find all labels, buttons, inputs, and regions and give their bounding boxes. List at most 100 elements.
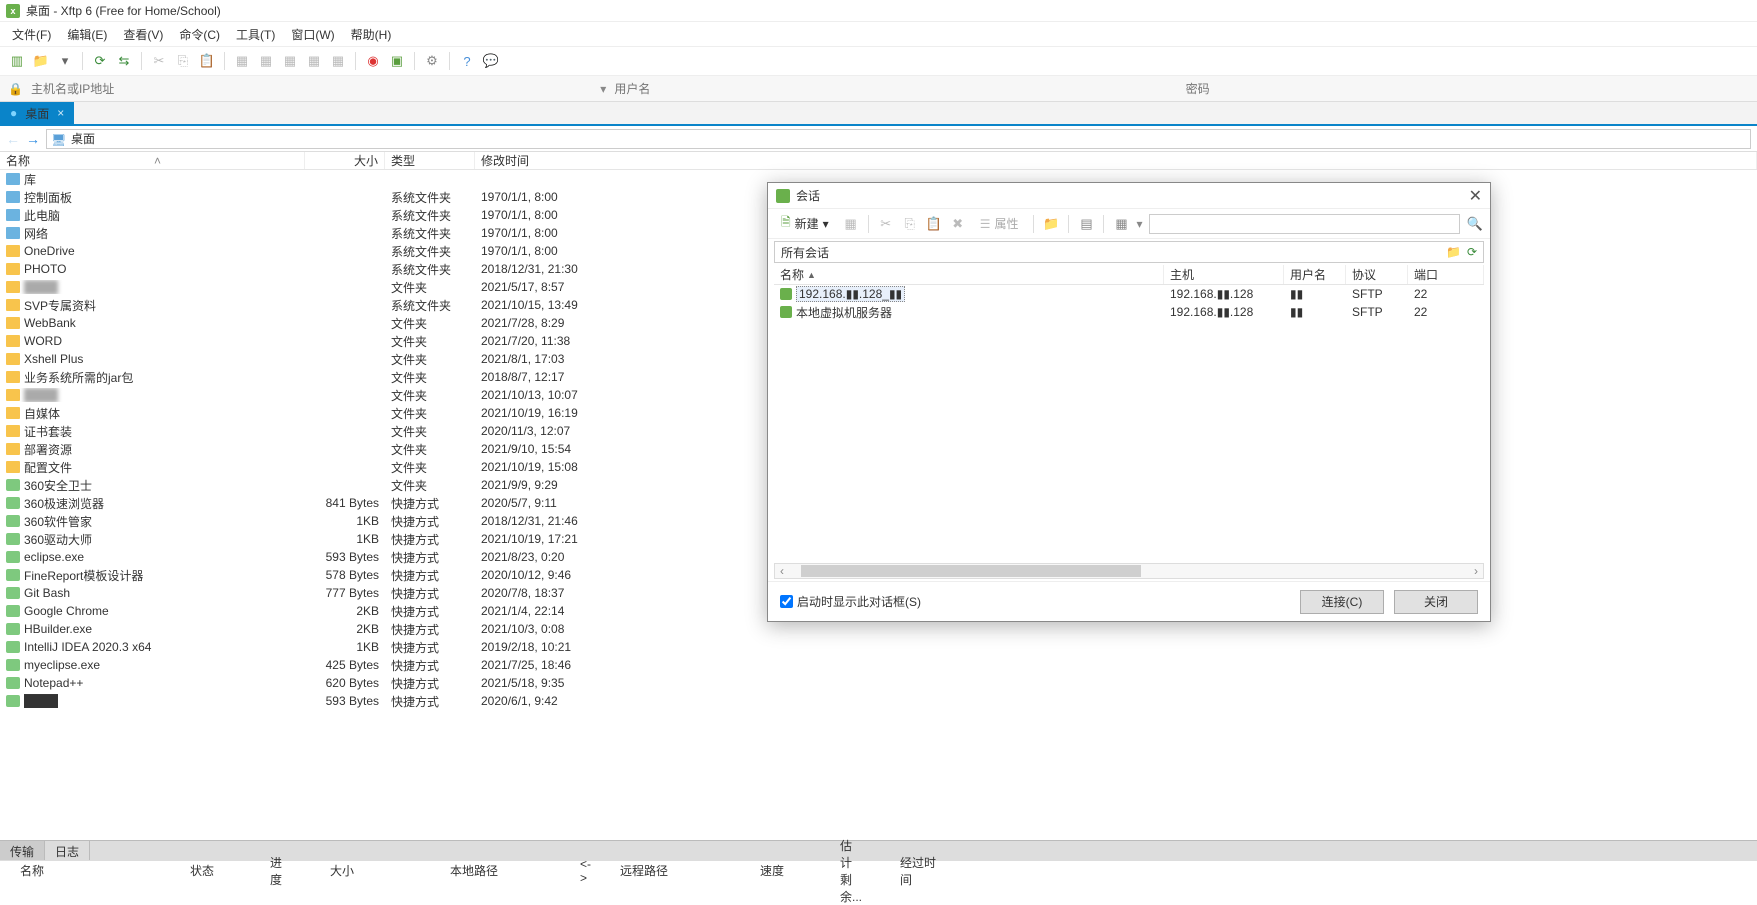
- dlg-delete-icon[interactable]: ✖: [949, 215, 967, 233]
- open-icon[interactable]: 📁: [32, 52, 50, 70]
- menu-item[interactable]: 工具(T): [236, 26, 275, 43]
- addr-dropdown-icon[interactable]: ▾: [600, 82, 606, 96]
- dlg-view-icon[interactable]: ▤: [1077, 215, 1095, 233]
- refresh-icon[interactable]: ⟳: [1467, 245, 1477, 259]
- file-row[interactable]: IntelliJ IDEA 2020.3 x641KB快捷方式2019/2/18…: [0, 638, 1757, 656]
- session-row[interactable]: 本地虚拟机服务器192.168.▮▮.128▮▮SFTP22: [774, 303, 1484, 321]
- tb-icon-1[interactable]: ▦: [233, 52, 251, 70]
- file-type: 系统文件夹: [385, 207, 475, 224]
- desktop-folder-icon: 🖥: [51, 133, 65, 145]
- file-name: 部署资源: [24, 441, 72, 458]
- new-dropdown-icon[interactable]: ▾: [823, 217, 829, 231]
- tb-icon-2[interactable]: ▦: [257, 52, 275, 70]
- dlg-col-name[interactable]: 名称▲: [774, 265, 1164, 284]
- path-box[interactable]: 🖥 桌面: [46, 129, 1751, 149]
- menu-item[interactable]: 查看(V): [123, 26, 163, 43]
- settings-icon[interactable]: ⚙: [423, 52, 441, 70]
- file-name: FineReport模板设计器: [24, 567, 143, 584]
- dialog-titlebar: 会话 ✕: [768, 183, 1490, 209]
- file-row[interactable]: HBuilder.exe2KB快捷方式2021/10/3, 0:08: [0, 620, 1757, 638]
- username-input[interactable]: [612, 80, 1177, 98]
- file-row[interactable]: Notepad++620 Bytes快捷方式2021/5/18, 9:35: [0, 674, 1757, 692]
- file-name: 配置文件: [24, 459, 72, 476]
- col-size[interactable]: 大小: [305, 152, 385, 169]
- menu-item[interactable]: 帮助(H): [351, 26, 392, 43]
- tb-icon-4[interactable]: ▦: [305, 52, 323, 70]
- dropdown-icon[interactable]: ▾: [56, 52, 74, 70]
- file-icon: [6, 281, 20, 293]
- xshell-icon[interactable]: ▣: [388, 52, 406, 70]
- cut-icon[interactable]: ✂: [150, 52, 168, 70]
- file-type: 系统文件夹: [385, 297, 475, 314]
- nav-fwd-icon[interactable]: →: [26, 131, 40, 147]
- scroll-left-icon[interactable]: ‹: [775, 564, 789, 578]
- file-name: eclipse.exe: [24, 550, 84, 564]
- search-icon[interactable]: 🔍: [1466, 215, 1484, 233]
- dlg-folder-icon[interactable]: 📁: [1042, 215, 1060, 233]
- file-row[interactable]: ████593 Bytes快捷方式2020/6/1, 9:42: [0, 692, 1757, 710]
- props-button[interactable]: ☰ 属性: [973, 212, 1026, 235]
- dlg-col-port[interactable]: 端口: [1408, 265, 1484, 284]
- file-type: 文件夹: [385, 387, 475, 404]
- dialog-close-icon[interactable]: ✕: [1469, 186, 1482, 206]
- status-col: 大小: [310, 862, 430, 879]
- startup-checkbox-input[interactable]: [780, 595, 793, 608]
- dialog-breadcrumb[interactable]: 所有会话 📁 ⟳: [774, 241, 1484, 263]
- help-icon[interactable]: ?: [458, 52, 476, 70]
- dlg-col-host[interactable]: 主机: [1164, 265, 1284, 284]
- tab-desktop[interactable]: ● 桌面 ×: [0, 102, 74, 124]
- startup-checkbox[interactable]: 启动时显示此对话框(S): [780, 593, 921, 610]
- tab-close-icon[interactable]: ×: [57, 106, 64, 120]
- reconnect-icon[interactable]: ⟳: [91, 52, 109, 70]
- scroll-right-icon[interactable]: ›: [1469, 564, 1483, 578]
- tb-icon-5[interactable]: ▦: [329, 52, 347, 70]
- password-input[interactable]: [1184, 80, 1749, 98]
- crumb-folder-icon[interactable]: 📁: [1446, 245, 1461, 259]
- menu-item[interactable]: 窗口(W): [291, 26, 334, 43]
- close-button[interactable]: 关闭: [1394, 590, 1478, 614]
- file-name: Notepad++: [24, 676, 83, 690]
- host-input[interactable]: [29, 80, 594, 98]
- menu-item[interactable]: 命令(C): [179, 26, 220, 43]
- chat-icon[interactable]: 💬: [482, 52, 500, 70]
- menu-item[interactable]: 编辑(E): [67, 26, 107, 43]
- transfer-icon[interactable]: ⇆: [115, 52, 133, 70]
- dialog-session-list: 192.168.▮▮.128_▮▮192.168.▮▮.128▮▮SFTP22本…: [774, 285, 1484, 547]
- dlg-view-dropdown-icon[interactable]: ▾: [1136, 217, 1142, 231]
- file-size: 841 Bytes: [305, 496, 385, 510]
- dlg-copy-icon[interactable]: ⎘: [901, 215, 919, 233]
- dlg-icon-1[interactable]: ▦: [842, 215, 860, 233]
- file-modified: 2019/2/18, 10:21: [475, 640, 1757, 654]
- copy-icon[interactable]: ⎘: [174, 52, 192, 70]
- file-name: 网络: [24, 225, 48, 242]
- dialog-hscroll[interactable]: ‹ ›: [774, 563, 1484, 579]
- tab-transfer[interactable]: 传输: [0, 841, 45, 860]
- stop-icon[interactable]: ◉: [364, 52, 382, 70]
- menu-item[interactable]: 文件(F): [12, 26, 51, 43]
- dlg-col-user[interactable]: 用户名: [1284, 265, 1346, 284]
- col-modified[interactable]: 修改时间: [475, 152, 1757, 169]
- session-row[interactable]: 192.168.▮▮.128_▮▮192.168.▮▮.128▮▮SFTP22: [774, 285, 1484, 303]
- file-size: 2KB: [305, 622, 385, 636]
- dlg-col-proto[interactable]: 协议: [1346, 265, 1408, 284]
- file-icon: [6, 659, 20, 671]
- connect-button[interactable]: 连接(C): [1300, 590, 1384, 614]
- scroll-thumb[interactable]: [801, 565, 1141, 577]
- dlg-list-icon[interactable]: ▦: [1112, 215, 1130, 233]
- col-name[interactable]: 名称˄: [0, 152, 305, 169]
- new-session-button[interactable]: 🗎 新建 ▾: [774, 210, 836, 237]
- paste-icon[interactable]: 📋: [198, 52, 216, 70]
- file-row[interactable]: myeclipse.exe425 Bytes快捷方式2021/7/25, 18:…: [0, 656, 1757, 674]
- tab-log[interactable]: 日志: [45, 841, 90, 860]
- nav-back-icon[interactable]: ←: [6, 131, 20, 147]
- new-session-icon[interactable]: ▥: [8, 52, 26, 70]
- file-size: 2KB: [305, 604, 385, 618]
- tb-icon-3[interactable]: ▦: [281, 52, 299, 70]
- col-type[interactable]: 类型: [385, 152, 475, 169]
- dlg-paste-icon[interactable]: 📋: [925, 215, 943, 233]
- dlg-cut-icon[interactable]: ✂: [877, 215, 895, 233]
- file-icon: [6, 623, 20, 635]
- file-name: Xshell Plus: [24, 352, 83, 366]
- dialog-search-input[interactable]: [1149, 214, 1460, 234]
- file-type: 文件夹: [385, 459, 475, 476]
